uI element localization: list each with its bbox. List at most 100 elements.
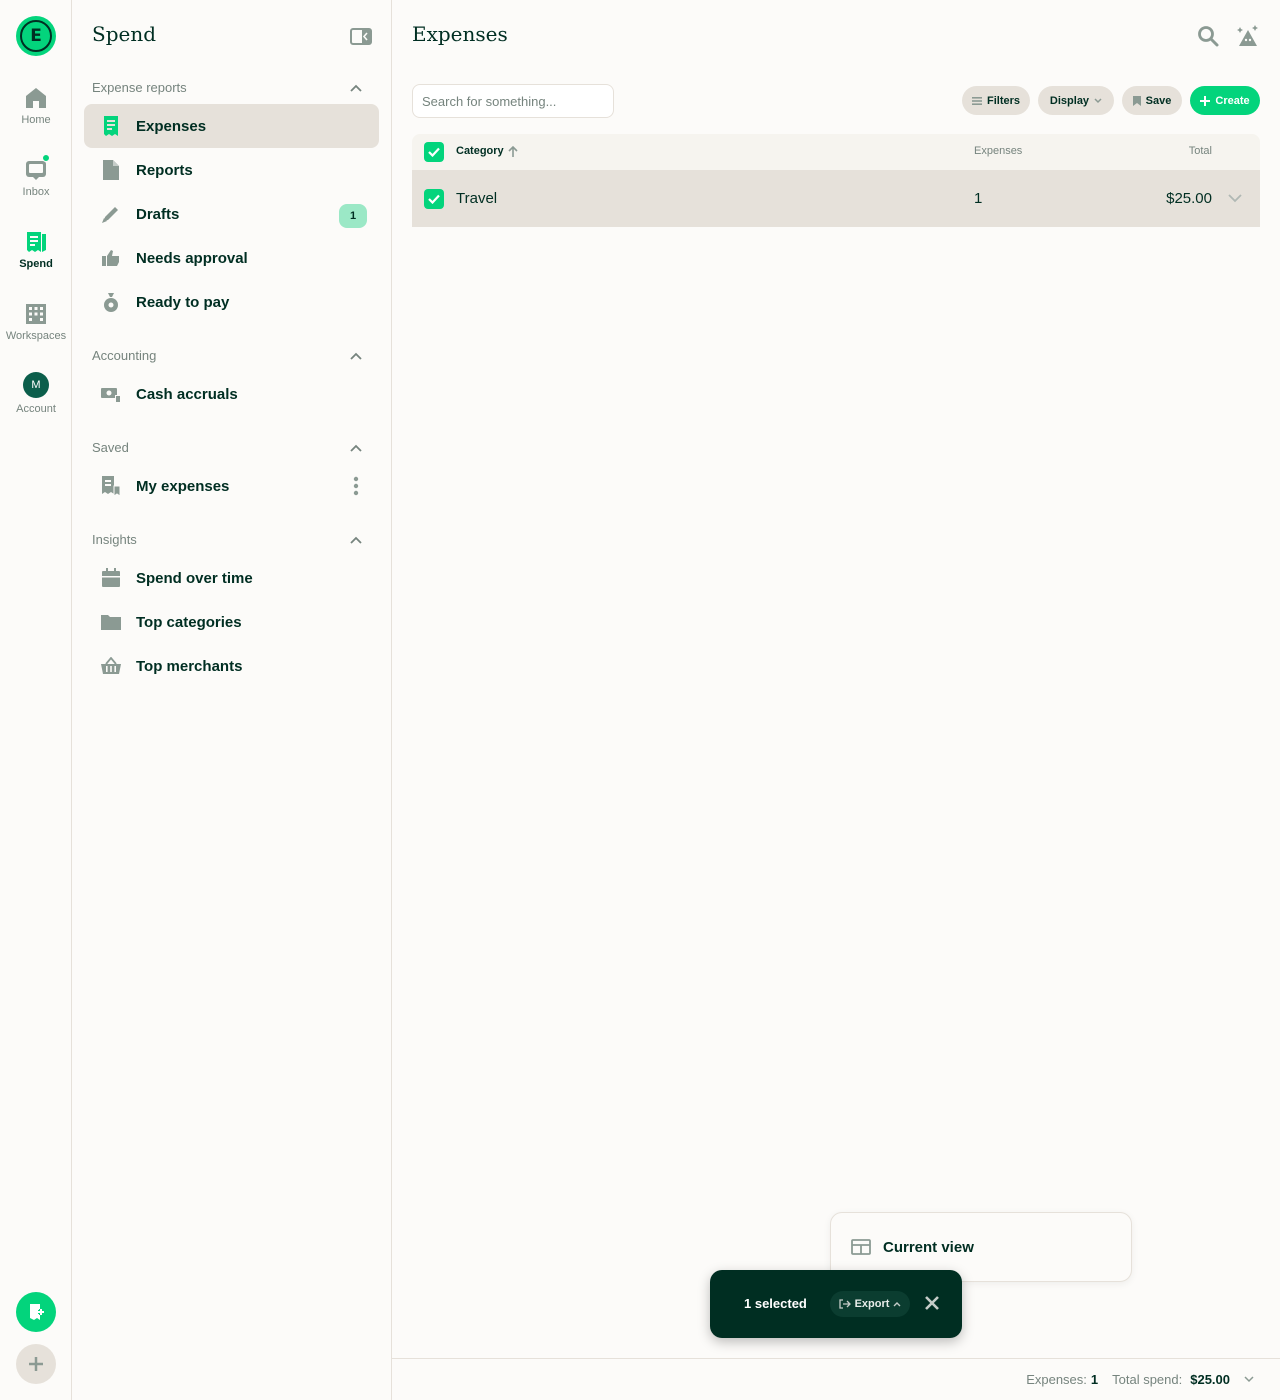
more-options-icon[interactable]	[353, 476, 359, 496]
rail-label-inbox: Inbox	[22, 186, 50, 198]
sidebar-item-needs-approval[interactable]: Needs approval	[84, 236, 379, 280]
document-icon	[100, 159, 122, 181]
section-header-label: Saved	[92, 440, 129, 455]
section-header-label: Insights	[92, 532, 137, 547]
new-expense-button[interactable]	[16, 1292, 56, 1332]
sidebar-item-my-expenses[interactable]: My expenses	[84, 464, 379, 508]
search-input[interactable]	[412, 84, 614, 118]
chevron-down-icon	[1094, 97, 1102, 103]
checkmark-icon	[428, 194, 440, 204]
inbox-icon	[24, 154, 50, 182]
section-header-label: Accounting	[92, 348, 157, 363]
receipt-plus-icon	[30, 1304, 44, 1320]
section-insights[interactable]: Insights	[92, 532, 362, 547]
export-icon	[838, 1299, 851, 1309]
rail-item-home[interactable]: Home	[0, 86, 72, 126]
cash-icon	[100, 383, 122, 405]
sidebar-title: Spend	[92, 22, 157, 46]
section-saved[interactable]: Saved	[92, 440, 362, 455]
sidebar-item-top-merchants[interactable]: Top merchants	[84, 644, 379, 688]
save-search-button[interactable]: Save	[1122, 86, 1182, 115]
plus-icon	[1200, 95, 1211, 106]
summary-footer: Expenses: 1 Total spend: $25.00	[392, 1358, 1280, 1400]
plus-icon	[29, 1357, 43, 1371]
selected-count: 1 selected	[744, 1296, 807, 1311]
chevron-down-icon[interactable]	[1244, 1376, 1254, 1383]
home-icon	[24, 86, 48, 110]
rail-item-spend[interactable]: Spend	[0, 230, 72, 270]
rail-label-home: Home	[21, 114, 51, 126]
table-row[interactable]: Travel 1 $25.00	[412, 170, 1260, 227]
filters-label: Filters	[986, 94, 1020, 107]
ai-assistant-icon[interactable]	[1236, 24, 1260, 48]
select-all-checkbox[interactable]	[424, 142, 444, 162]
rail-item-workspaces[interactable]: Workspaces	[0, 302, 72, 342]
receipt-icon	[24, 230, 48, 254]
column-header-expenses[interactable]: Expenses	[974, 145, 1022, 157]
sidebar-item-drafts[interactable]: Drafts 1	[84, 192, 379, 236]
selection-action-bar: 1 selected Export	[710, 1270, 962, 1338]
filters-button[interactable]: Filters	[962, 86, 1030, 115]
calendar-icon	[100, 567, 122, 589]
rail-label-workspaces: Workspaces	[5, 330, 67, 342]
spend-sidebar: Spend Expense reports Expenses Reports D…	[72, 0, 392, 1400]
sidebar-item-label: Needs approval	[136, 249, 248, 267]
filter-icon	[971, 96, 982, 105]
export-label: Export	[854, 1298, 890, 1310]
page-title: Expenses	[412, 22, 508, 46]
sidebar-item-label: Cash accruals	[136, 385, 238, 403]
section-accounting[interactable]: Accounting	[92, 348, 362, 363]
column-header-total[interactable]: Total	[1189, 145, 1212, 157]
drafts-count-badge: 1	[339, 204, 367, 228]
sidebar-item-top-categories[interactable]: Top categories	[84, 600, 379, 644]
export-button[interactable]: Export	[830, 1291, 910, 1317]
sidebar-item-label: Top categories	[136, 613, 242, 631]
rail-item-inbox[interactable]: Inbox	[0, 154, 72, 198]
bookmark-icon	[1132, 95, 1141, 106]
basket-icon	[100, 655, 122, 677]
rail-item-account[interactable]: M Account	[0, 372, 72, 415]
footer-expenses-value: 1	[1090, 1372, 1099, 1387]
sidebar-item-expenses[interactable]: Expenses	[84, 104, 379, 148]
column-header-category[interactable]: Category	[456, 145, 518, 157]
chevron-up-icon	[350, 84, 362, 92]
footer-spend-label: Total spend:	[1112, 1372, 1183, 1387]
rail-label-spend: Spend	[19, 258, 53, 270]
close-icon[interactable]	[924, 1295, 940, 1311]
checkmark-icon	[428, 147, 440, 157]
sidebar-item-label: Reports	[136, 161, 193, 179]
money-bag-icon	[100, 291, 122, 313]
section-expense-reports[interactable]: Expense reports	[92, 80, 362, 95]
building-icon	[24, 302, 48, 326]
sidebar-item-cash-accruals[interactable]: Cash accruals	[84, 372, 379, 416]
sidebar-item-spend-over-time[interactable]: Spend over time	[84, 556, 379, 600]
footer-spend-value: $25.00	[1190, 1372, 1230, 1387]
expensify-logo-icon[interactable]: E	[16, 16, 56, 56]
chevron-up-icon	[350, 352, 362, 360]
thumbs-up-icon	[100, 247, 122, 269]
sidebar-item-label: Top merchants	[136, 657, 243, 675]
create-label: Create	[1215, 94, 1250, 107]
unread-dot	[42, 154, 50, 162]
chevron-up-icon	[350, 444, 362, 452]
row-checkbox[interactable]	[424, 189, 444, 209]
search-icon[interactable]	[1196, 24, 1220, 48]
sidebar-item-label: Expenses	[136, 117, 207, 135]
add-button[interactable]	[16, 1344, 56, 1384]
app-rail: E Home Inbox Spend Workspaces M Account	[0, 0, 72, 1400]
chevron-up-icon	[893, 1302, 901, 1307]
table-header: Category Expenses Total	[412, 134, 1260, 170]
sort-ascending-icon	[508, 145, 518, 157]
column-label: Category	[456, 145, 504, 157]
save-label: Save	[1145, 94, 1172, 107]
create-button[interactable]: Create	[1190, 86, 1260, 115]
sidebar-item-ready-to-pay[interactable]: Ready to pay	[84, 280, 379, 324]
sidebar-item-reports[interactable]: Reports	[84, 148, 379, 192]
sidebar-item-label: Spend over time	[136, 569, 253, 587]
display-button[interactable]: Display	[1038, 86, 1114, 115]
rail-label-account: Account	[16, 403, 56, 415]
row-expenses-count: 1	[974, 190, 983, 207]
current-view-label: Current view	[883, 1238, 974, 1256]
expand-row-chevron-icon[interactable]	[1228, 194, 1242, 203]
collapse-sidebar-icon[interactable]	[350, 28, 372, 45]
